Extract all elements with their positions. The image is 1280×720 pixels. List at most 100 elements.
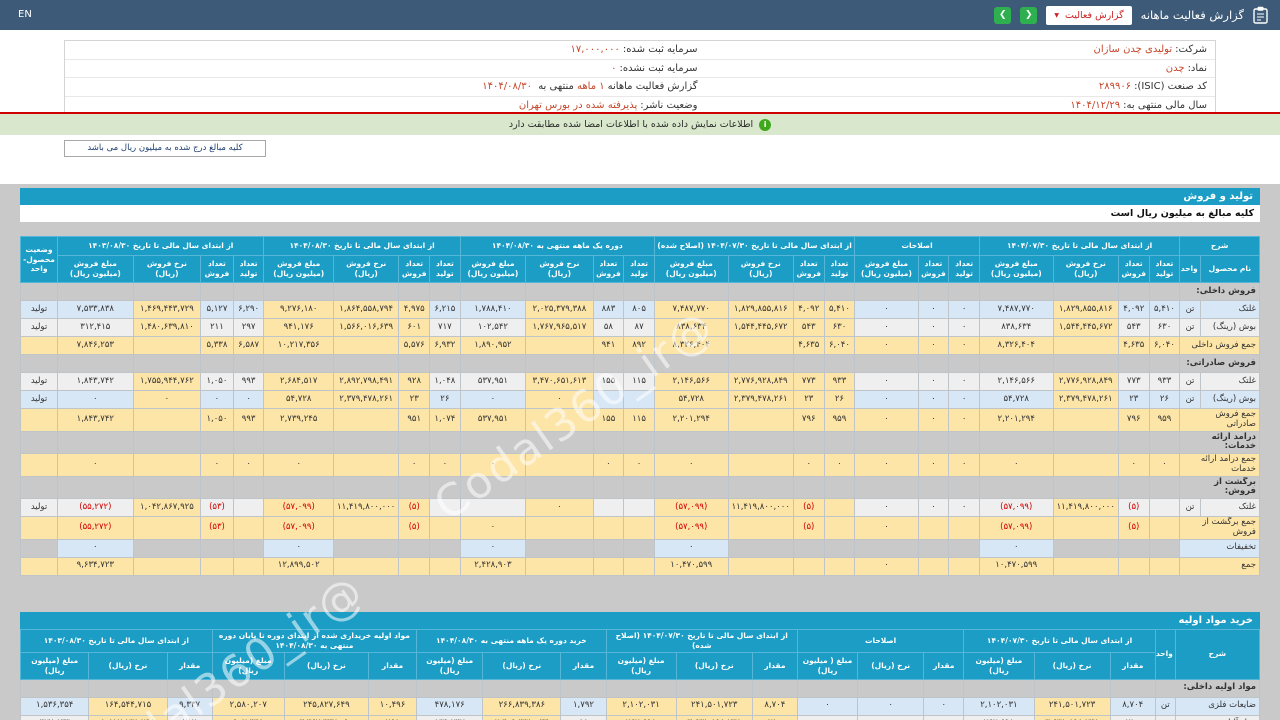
info-label: سال مالی منتهی به: [1123, 99, 1207, 111]
value-cell: ۰ [854, 516, 919, 540]
value-cell: ۸,۳۲۶,۴۰۴ [653, 336, 729, 355]
status-cell: تولید [19, 318, 59, 337]
value-cell: ۶,۰۴۰ [1148, 336, 1181, 355]
product-name-cell: درآمد ارائه خدمات: [1179, 430, 1260, 455]
value-cell [923, 678, 965, 698]
value-cell: ۱,۷۵۵,۹۴۴,۷۶۲ [132, 372, 202, 391]
value-cell: ۴۲۷,۸۳۳ [19, 714, 90, 720]
value-cell: ۰ [792, 453, 825, 477]
product-name-cell: تخفیفات [1179, 538, 1260, 558]
value-cell: ۰ [948, 336, 980, 355]
language-toggle-en[interactable]: EN [18, 9, 32, 20]
value-cell: ۰ [459, 453, 527, 477]
value-cell [917, 475, 950, 500]
value-cell: ۲,۱۴۶,۵۶۶ [978, 372, 1054, 391]
value-cell [560, 678, 607, 698]
group-header: از ابتدای سال مالی تا تاریخ ۱۴۰۴/۰۷/۳۰ [963, 629, 1156, 653]
status-cell [19, 516, 59, 540]
value-cell [416, 678, 484, 698]
value-cell [823, 516, 856, 540]
value-cell: ۰ [917, 336, 950, 355]
value-cell [1117, 282, 1150, 301]
value-cell [948, 354, 980, 373]
value-cell: ۰ [200, 390, 234, 409]
value-cell: ۸۳۸,۶۳۴ [978, 318, 1054, 337]
value-cell [211, 678, 285, 698]
column-header: مقدار [751, 651, 798, 680]
info-left-field: سرمایه ثبت شده:۱۷,۰۰۰,۰۰۰ [65, 44, 698, 55]
value-cell [623, 498, 655, 518]
value-cell [727, 538, 794, 558]
value-cell: ۹,۲۷۶,۱۸۰ [263, 300, 334, 319]
table-row: جمع ۱۰,۴۷۰,۵۹۹ ۰ ۱۰,۴۷۰,۵۹۹ ۲,۴۲۸,۹۰۳ ۱۲,۸۹۹,… [19, 556, 1260, 576]
report-type-dropdown[interactable]: گزارش فعالیت ▼ [1046, 5, 1132, 25]
value-cell [525, 516, 594, 540]
value-cell [948, 538, 980, 558]
value-cell [592, 556, 625, 576]
info-value: تولیدی چدن سازان [1093, 44, 1173, 56]
value-cell: ۱۳۹,۷۴۷ [416, 714, 484, 720]
value-cell: ۰ [854, 336, 919, 355]
value-cell [200, 475, 234, 500]
value-cell: ۰ [978, 453, 1054, 477]
value-cell: ۵۴۳ [792, 318, 825, 337]
value-cell: ۱۱,۴۱۹,۸۰۰,۰۰۰ [332, 498, 400, 518]
value-cell: ۵,۳۳۸ [200, 336, 234, 355]
value-cell [592, 538, 625, 558]
value-cell: ۱,۰۴۸ [429, 372, 461, 391]
value-cell [1148, 498, 1181, 518]
value-cell: (۵۵,۲۷۲) [57, 498, 134, 518]
info-value: ۲۸۹۹۰۶ [1098, 81, 1132, 93]
value-cell [592, 516, 625, 540]
value-cell: ۱۱۵ [623, 372, 655, 391]
value-cell [1052, 282, 1119, 301]
unit-cell: تن [1154, 696, 1176, 716]
info-row: نماد:چدن سرمایه ثبت نشده:۰ [65, 60, 1215, 78]
previous-report-button[interactable]: ❮ [1020, 6, 1038, 24]
value-cell: ۵۳۷,۹۵۱ [459, 408, 527, 432]
column-header: تعداد فروش [592, 255, 625, 283]
value-cell [605, 678, 677, 698]
value-cell [263, 354, 334, 373]
value-cell: ۱۱,۴۱۹,۸۰۰,۰۰۰ [1052, 498, 1119, 518]
product-name-cell: جمع درآمد ارائه خدمات [1179, 453, 1260, 477]
value-cell: (۵) [1117, 516, 1150, 540]
value-cell: ۰ [948, 390, 980, 409]
value-cell: ۱,۸۶۴,۵۵۸,۷۹۴ [332, 300, 400, 319]
product-name-cell: فروش داخلی: [1179, 282, 1260, 301]
value-cell: ۰ [917, 408, 950, 432]
value-cell [332, 475, 400, 500]
value-cell: ۰ [57, 538, 134, 558]
value-cell [1148, 516, 1181, 540]
value-cell: ۰ [923, 714, 965, 720]
value-cell: ۲۴۱,۵۰۱,۷۲۳ [1033, 696, 1111, 716]
value-cell [132, 516, 202, 540]
product-name-cell: جمع [1179, 556, 1260, 576]
value-cell: ۳,۳۶۷,۳۳۲,۰۹۰ [283, 714, 370, 720]
value-cell: ۰ [854, 498, 919, 518]
group-header: شرح [1179, 236, 1260, 256]
value-cell [823, 556, 856, 576]
value-cell [332, 408, 400, 432]
column-header: مبلغ ( میلیون ریال) [796, 651, 859, 680]
value-cell [1052, 430, 1119, 455]
raw-materials-table: شرح واحد از ابتدای سال مالی تا تاریخ ۱۴۰۴/… [19, 629, 1261, 720]
value-cell [727, 336, 794, 355]
value-cell: ۲,۴۲۸,۹۰۳ [459, 556, 527, 576]
value-cell [592, 390, 625, 409]
value-cell: ۱,۸۴۳,۷۴۲ [57, 372, 134, 391]
value-cell [823, 354, 856, 373]
next-report-button[interactable]: ❯ [994, 6, 1012, 24]
section-title-raw-materials: خرید مواد اولیه [20, 612, 1260, 629]
value-cell: ۸۷ [623, 318, 655, 337]
value-cell: ۲,۰۲۵,۳۷۹,۳۸۸ [525, 300, 594, 319]
value-cell: ۱,۵۱۷,۱۳۸,۲۹۸ [88, 714, 168, 720]
value-cell: ۰ [854, 390, 919, 409]
info-value: ۱۷,۰۰۰,۰۰۰ [570, 44, 620, 56]
value-cell: ۴۷۸,۱۷۶ [416, 696, 484, 716]
value-cell: ۷,۴۸۷,۷۷۰ [653, 300, 729, 319]
value-cell [623, 354, 655, 373]
value-cell [823, 475, 856, 500]
value-cell: ۲۴۵,۸۲۷,۶۴۹ [283, 696, 370, 716]
value-cell [1148, 556, 1181, 576]
